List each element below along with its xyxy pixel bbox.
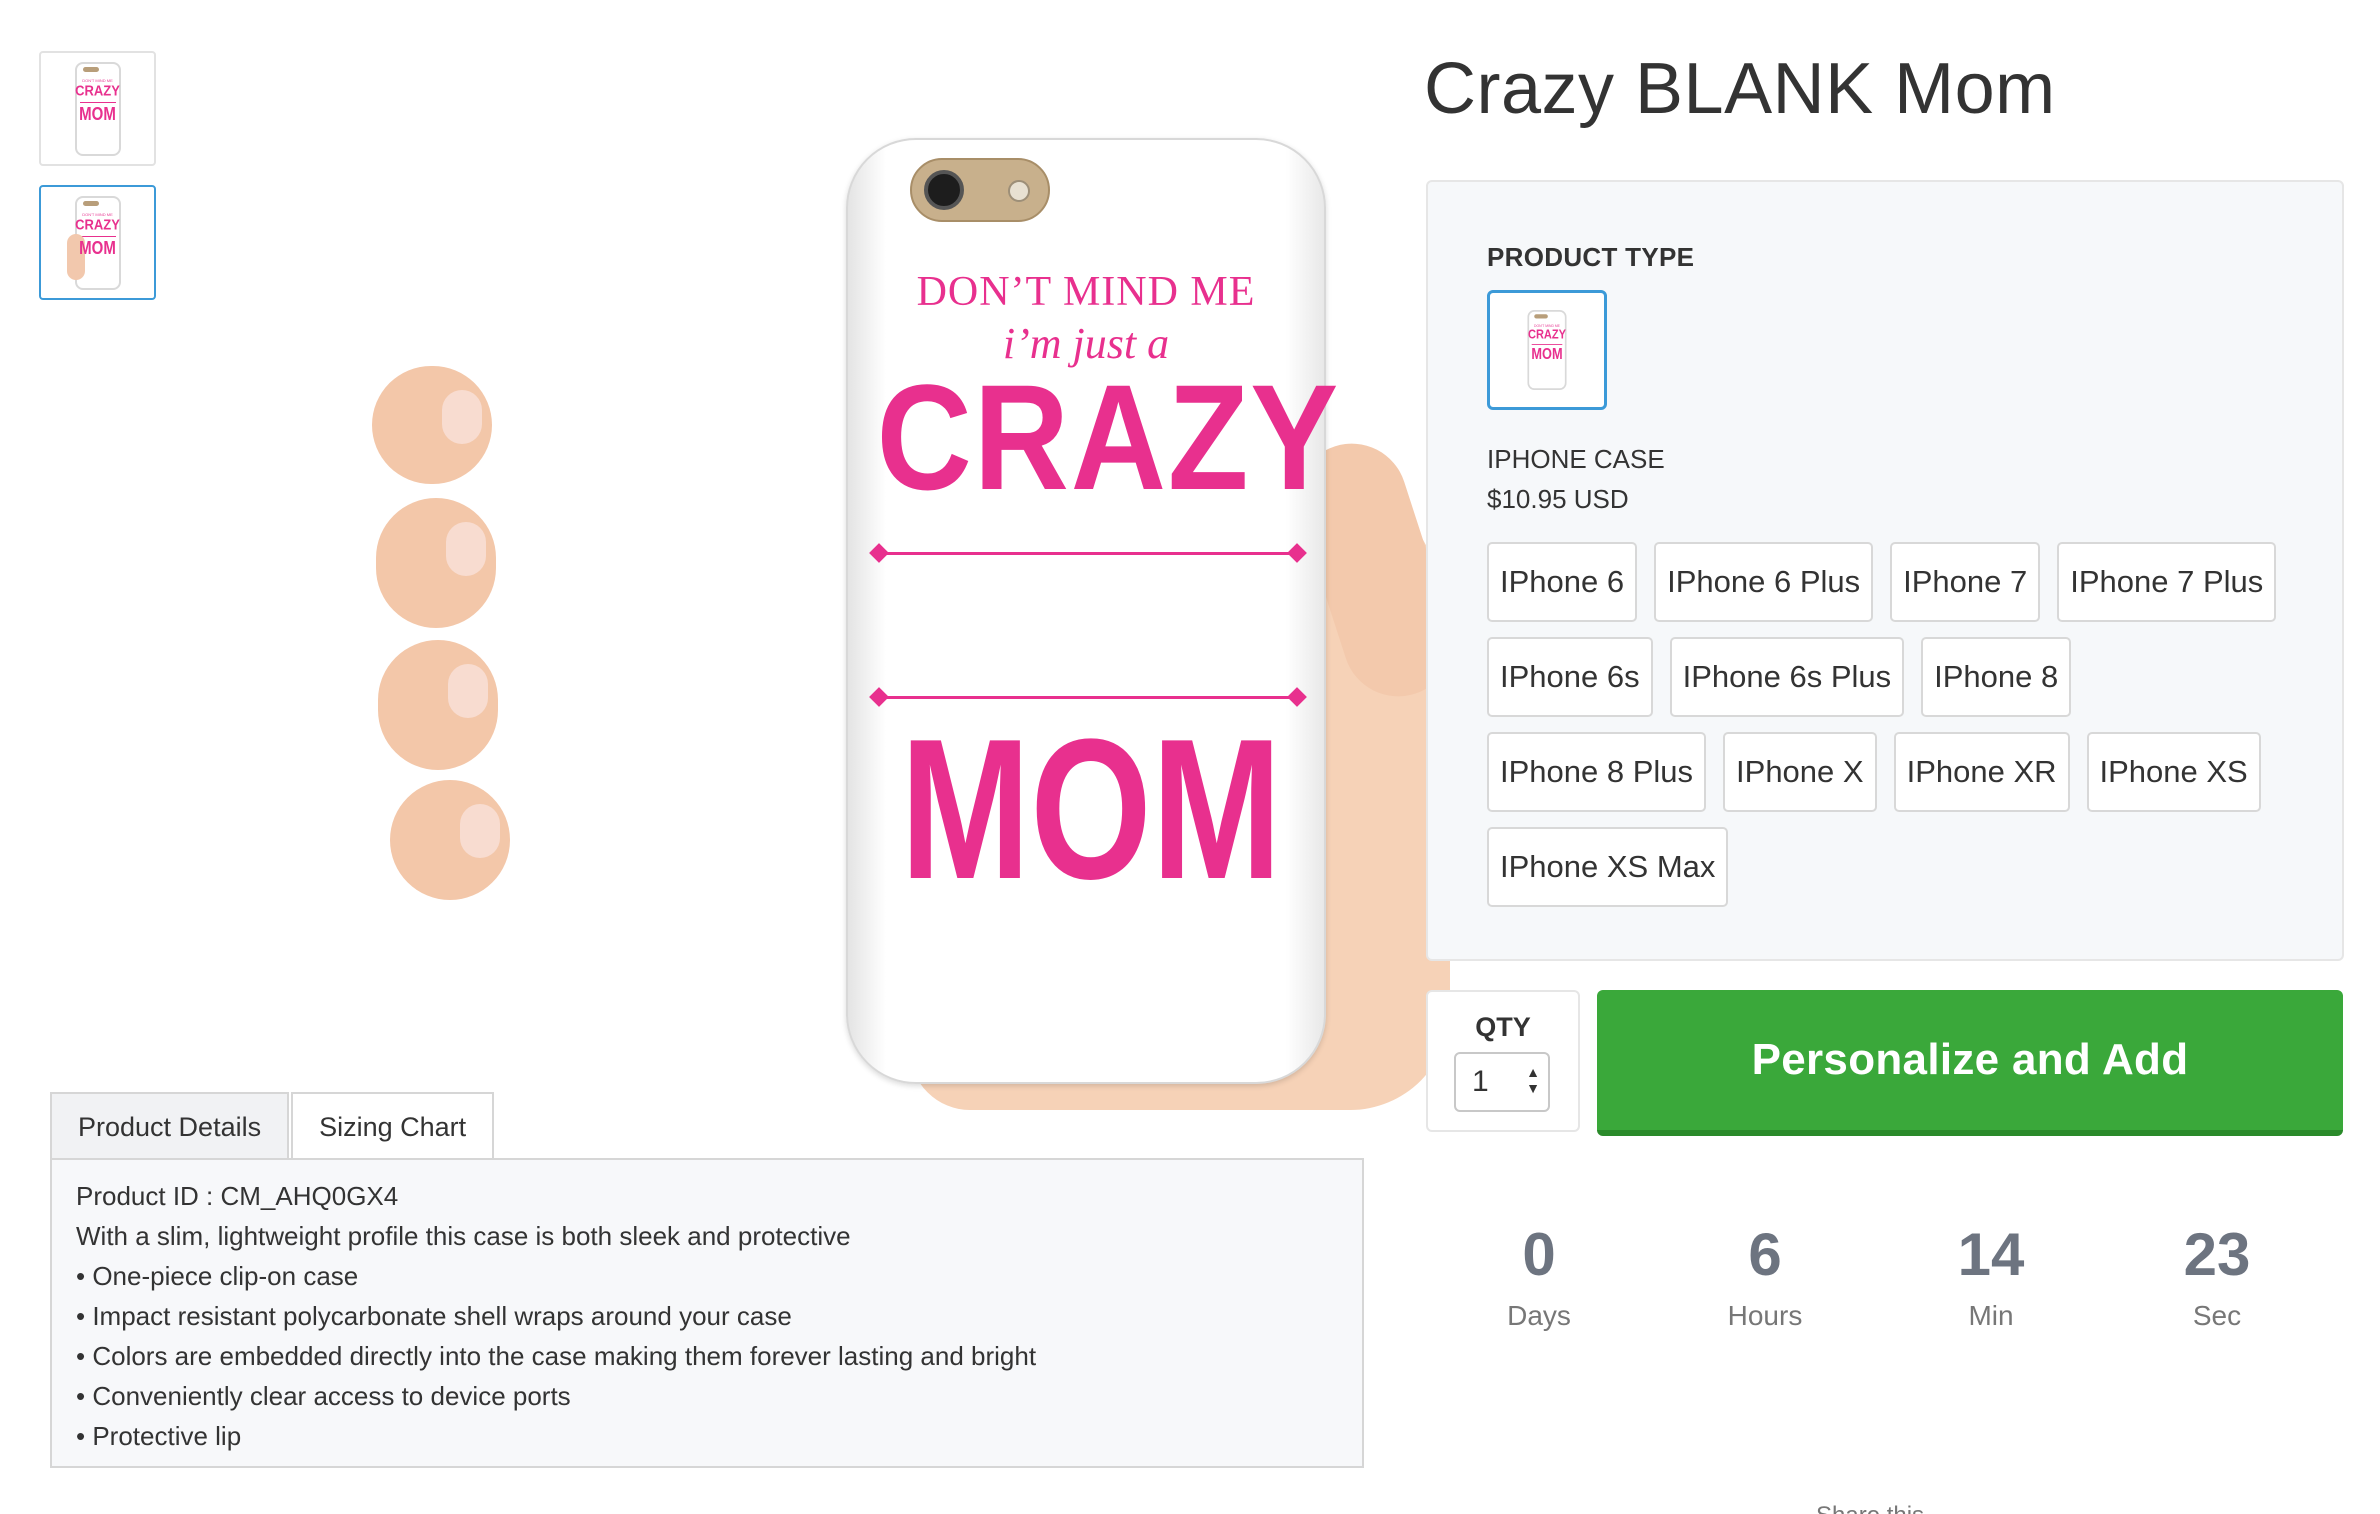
countdown-minutes: 14 Min xyxy=(1878,1220,2104,1332)
product-type-swatch-iphone-case[interactable]: DON'T MIND ME CRAZY MOM xyxy=(1487,290,1607,410)
countdown-hours: 6 Hours xyxy=(1652,1220,1878,1332)
camera-icon xyxy=(910,158,1050,222)
countdown-minutes-value: 14 xyxy=(1957,1221,2025,1288)
share-label: Share this xyxy=(1816,1502,1924,1514)
personalize-and-add-button[interactable]: Personalize and Add xyxy=(1597,990,2343,1136)
quantity-label: QTY xyxy=(1475,1012,1531,1042)
mini-print-mom: MOM xyxy=(79,237,116,259)
model-option-iphone-7[interactable]: IPhone 7 xyxy=(1890,542,2041,622)
mini-print-mom: MOM xyxy=(79,103,116,125)
detail-bullet: • Protective lip xyxy=(76,1421,242,1451)
detail-bullet: • Conveniently clear access to device po… xyxy=(76,1381,571,1411)
model-option-iphone-6-plus[interactable]: IPhone 6 Plus xyxy=(1654,542,1874,622)
countdown-seconds-value: 23 xyxy=(2183,1221,2251,1288)
product-title: Crazy BLANK Mom xyxy=(1424,49,2056,129)
model-option-iphone-6s[interactable]: IPhone 6s xyxy=(1487,637,1653,717)
iphone-case-swatch-image: DON'T MIND ME CRAZY MOM xyxy=(1527,310,1567,390)
phone-case: DON’T MIND ME i’m just a CRAZY MOM xyxy=(846,138,1341,1084)
model-option-iphone-6[interactable]: IPhone 6 xyxy=(1487,542,1638,622)
model-options: IPhone 6 IPhone 6 Plus IPhone 7 IPhone 7… xyxy=(1487,542,2317,922)
countdown-seconds-label: Sec xyxy=(2192,1300,2242,1331)
mini-print-crazy: CRAZY xyxy=(75,215,120,233)
product-price: $10.95 USD xyxy=(1487,484,1629,514)
countdown-minutes-label: Min xyxy=(1968,1300,2014,1331)
tab-product-details[interactable]: Product Details xyxy=(50,1092,290,1160)
print-dont-mind-me: DON’T MIND ME xyxy=(916,269,1256,315)
model-option-iphone-8-plus[interactable]: IPhone 8 Plus xyxy=(1487,732,1707,812)
quantity-select[interactable]: 1 ▲ ▼ xyxy=(1454,1052,1550,1112)
thumbnail-list: DON'T MIND ME CRAZY MOM DON'T MIND ME CR… xyxy=(39,51,156,319)
stepper-arrows-icon: ▲ ▼ xyxy=(1526,1064,1540,1096)
product-type-label: PRODUCT TYPE xyxy=(1487,242,1695,272)
model-option-iphone-7-plus[interactable]: IPhone 7 Plus xyxy=(2057,542,2277,622)
variant-panel: PRODUCT TYPE DON'T MIND ME CRAZY MOM IPH… xyxy=(1426,180,2344,961)
model-option-iphone-xr[interactable]: IPhone XR xyxy=(1893,732,2070,812)
model-option-iphone-8[interactable]: IPhone 8 xyxy=(1921,637,2072,717)
case-in-hand-thumbnail-image: DON'T MIND ME CRAZY MOM xyxy=(66,195,121,290)
countdown-seconds: 23 Sec xyxy=(2104,1220,2330,1332)
product-intro: With a slim, lightweight profile this ca… xyxy=(76,1221,851,1251)
product-id: Product ID : CM_AHQ0GX4 xyxy=(76,1181,399,1211)
model-option-iphone-x[interactable]: IPhone X xyxy=(1723,732,1877,812)
mini-print-mom: MOM xyxy=(1531,345,1563,364)
product-details-panel: Product ID : CM_AHQ0GX4 With a slim, lig… xyxy=(50,1158,1364,1468)
print-crazy: CRAZY xyxy=(876,353,1341,521)
detail-bullet: • Colors are embedded directly into the … xyxy=(76,1341,1037,1371)
mini-print-crazy: CRAZY xyxy=(75,81,120,99)
countdown-hours-value: 6 xyxy=(1748,1221,1782,1288)
countdown-timer: 0 Days 6 Hours 14 Min 23 Sec xyxy=(1426,1220,2344,1332)
detail-bullet: • One-piece clip-on case xyxy=(76,1261,359,1291)
model-option-iphone-xs-max[interactable]: IPhone XS Max xyxy=(1487,827,1729,907)
countdown-days: 0 Days xyxy=(1426,1220,1652,1332)
print-divider-top xyxy=(876,552,1300,555)
thumbnail-case-front[interactable]: DON'T MIND ME CRAZY MOM xyxy=(39,51,156,166)
product-type-name: IPHONE CASE xyxy=(1487,444,1665,474)
countdown-days-value: 0 xyxy=(1522,1221,1556,1288)
print-mom: MOM xyxy=(900,698,1282,921)
model-option-iphone-xs[interactable]: IPhone XS xyxy=(2086,732,2261,812)
countdown-days-label: Days xyxy=(1507,1300,1571,1331)
model-option-iphone-6s-plus[interactable]: IPhone 6s Plus xyxy=(1669,637,1905,717)
case-front-thumbnail-image: DON'T MIND ME CRAZY MOM xyxy=(74,61,121,156)
mini-print-crazy: CRAZY xyxy=(1527,326,1567,342)
detail-bullet: • Impact resistant polycarbonate shell w… xyxy=(76,1301,792,1331)
countdown-hours-label: Hours xyxy=(1727,1300,1803,1331)
quantity-box: QTY 1 ▲ ▼ xyxy=(1426,990,1580,1132)
tab-sizing-chart[interactable]: Sizing Chart xyxy=(291,1092,495,1160)
thumbnail-case-in-hand[interactable]: DON'T MIND ME CRAZY MOM xyxy=(39,185,156,300)
product-tabs: Product Details Sizing Chart xyxy=(50,1092,495,1160)
main-product-image: DON’T MIND ME i’m just a CRAZY MOM xyxy=(372,60,1468,1110)
quantity-value: 1 xyxy=(1472,1065,1489,1098)
